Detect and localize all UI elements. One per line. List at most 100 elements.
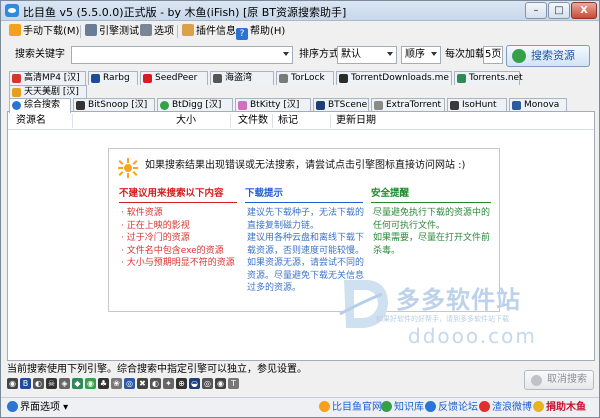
engine-icon[interactable]: ⊕ bbox=[176, 378, 187, 389]
site-logo-icon bbox=[91, 74, 100, 83]
magnifier-icon bbox=[85, 24, 97, 36]
safety-paragraph: 尽量避免执行下载的资源中的任何可执行文件。 bbox=[373, 208, 491, 231]
weibo-label: 渣浪微博 bbox=[492, 402, 532, 413]
engine-icon[interactable]: ◎ bbox=[202, 378, 213, 389]
maximize-button[interactable]: □ bbox=[548, 2, 570, 19]
menu-separator bbox=[80, 25, 81, 38]
watermark: 多多软件站 如果好软件的好帮手，请到多多软件站下载 ddooo.com bbox=[334, 274, 574, 354]
menu-plugin-info[interactable]: 插件信息 bbox=[182, 24, 236, 39]
engine-icon[interactable]: ◐ bbox=[33, 378, 44, 389]
tab-combined-search[interactable]: 综合搜索 bbox=[9, 98, 71, 113]
menu-separator bbox=[177, 25, 178, 38]
menu-engine-test[interactable]: 引擎测试 bbox=[85, 24, 139, 39]
site-logo-icon bbox=[238, 101, 247, 110]
sort-select[interactable]: 默认 bbox=[337, 46, 397, 64]
order-select[interactable]: 顺序 bbox=[401, 46, 441, 64]
engine-icon[interactable]: ◆ bbox=[72, 378, 83, 389]
site-logo-icon bbox=[12, 88, 21, 97]
site-tab-label: TorLock bbox=[291, 73, 325, 83]
site-tab[interactable]: ExtraTorrent bbox=[371, 98, 445, 112]
site-tab[interactable]: TorrentDownloads.me bbox=[336, 71, 452, 85]
watermark-url: ddooo.com bbox=[408, 324, 537, 348]
site-tab-label: 天天美剧 [汉] bbox=[24, 87, 79, 97]
site-tab[interactable]: SeedPeer bbox=[140, 71, 208, 85]
engine-icon[interactable]: ◉ bbox=[215, 378, 226, 389]
per-load-value: 5页 bbox=[485, 49, 502, 60]
site-tab[interactable]: 天天美剧 [汉] bbox=[9, 85, 87, 99]
not-recommended-list: · 软件资源 · 正在上映的影视 · 过于冷门的资源 · 文件名中包含exe的资… bbox=[121, 207, 235, 270]
menu-manual-download-label: 手动下载(M) bbox=[23, 26, 80, 37]
column-divider[interactable] bbox=[272, 114, 273, 128]
engine-icon[interactable]: ◈ bbox=[59, 378, 70, 389]
column-divider[interactable] bbox=[330, 114, 331, 128]
keyword-input[interactable] bbox=[71, 46, 293, 64]
site-tab[interactable]: BtKitty [汉] bbox=[235, 98, 311, 112]
window-title: 比目鱼 v5 (5.5.0.0)正式版 - by 木鱼(iFish) [原 BT… bbox=[23, 6, 347, 19]
menu-manual-download[interactable]: 手动下载(M) bbox=[9, 24, 79, 39]
engine-icon[interactable]: B bbox=[20, 378, 31, 389]
donate-label: 捐助木鱼 bbox=[546, 402, 586, 413]
menu-options-label: 选项 bbox=[154, 26, 174, 37]
column-divider[interactable] bbox=[230, 114, 231, 128]
interface-options-menu[interactable]: 界面选项 ▾ bbox=[7, 401, 68, 415]
home-icon bbox=[319, 401, 330, 412]
menu-help[interactable]: ? 帮助(H) bbox=[236, 24, 285, 40]
weibo-link[interactable]: 渣浪微博 bbox=[479, 401, 532, 415]
engine-icon[interactable]: ☠ bbox=[46, 378, 57, 389]
list-item: · 大小与预期明显不符的资源 bbox=[121, 258, 235, 268]
minimize-button[interactable]: – bbox=[525, 2, 547, 19]
engine-icon[interactable]: ✖ bbox=[137, 378, 148, 389]
engine-icon[interactable]: ◎ bbox=[124, 378, 135, 389]
safety-title: 安全提醒 bbox=[371, 187, 491, 203]
feedback-forum-label: 反馈论坛 bbox=[438, 402, 478, 413]
globe-icon bbox=[12, 101, 21, 110]
engine-icon[interactable]: T bbox=[228, 378, 239, 389]
chevron-down-icon bbox=[431, 52, 437, 56]
site-tab[interactable]: BTScene bbox=[313, 98, 369, 112]
engine-icon[interactable]: ◐ bbox=[150, 378, 161, 389]
cancel-search-button[interactable]: 取消搜索 bbox=[524, 370, 594, 390]
menu-plugin-info-label: 插件信息 bbox=[196, 26, 236, 37]
title-bar[interactable]: 比目鱼 v5 (5.5.0.0)正式版 - by 木鱼(iFish) [原 BT… bbox=[1, 1, 599, 21]
close-button[interactable]: X bbox=[571, 2, 597, 19]
site-tab[interactable]: TorLock bbox=[276, 71, 334, 85]
feedback-forum-link[interactable]: 反馈论坛 bbox=[425, 401, 478, 415]
site-tab[interactable]: Rarbg bbox=[88, 71, 138, 85]
site-tab-label: 海盗湾 bbox=[225, 73, 253, 83]
site-tab-label: TorrentDownloads.me bbox=[351, 73, 449, 83]
engine-icon[interactable]: ✦ bbox=[163, 378, 174, 389]
results-pane[interactable]: 资源名 大小 文件数 标记 更新日期 如果搜索结果出现错误或无法搜索，请尝试点击… bbox=[7, 111, 595, 361]
watermark-slogan: 如果好软件的好帮手，请到多多软件站下载 bbox=[376, 315, 509, 323]
site-tab[interactable]: BitSnoop [汉] bbox=[73, 98, 155, 112]
menu-bar: 手动下载(M) 引擎测试 选项 插件信息 ? 帮助(H) bbox=[1, 22, 599, 41]
engine-icon[interactable]: ♣ bbox=[98, 378, 109, 389]
site-logo-icon bbox=[316, 101, 325, 110]
engine-icon[interactable]: ❀ bbox=[111, 378, 122, 389]
per-load-label: 每次加载 bbox=[445, 49, 485, 60]
column-divider[interactable] bbox=[72, 114, 73, 128]
column-header-name[interactable]: 资源名 bbox=[16, 114, 46, 128]
column-header-file-count[interactable]: 文件数 bbox=[238, 114, 268, 128]
menu-options[interactable]: 选项 bbox=[140, 24, 174, 39]
donate-link[interactable]: 捐助木鱼 bbox=[533, 401, 586, 415]
keyword-label: 搜索关键字 bbox=[15, 49, 65, 60]
search-button[interactable]: 搜索资源 bbox=[506, 45, 590, 67]
site-tab[interactable]: BtDigg [汉] bbox=[157, 98, 233, 112]
column-header-size[interactable]: 大小 bbox=[176, 114, 196, 128]
site-tab[interactable]: Monova bbox=[509, 98, 567, 112]
column-header-mark[interactable]: 标记 bbox=[278, 114, 298, 128]
site-tab[interactable]: 高清MP4 [汉] bbox=[9, 71, 86, 85]
engine-icon[interactable]: ◉ bbox=[85, 378, 96, 389]
engine-icon[interactable]: ◒ bbox=[189, 378, 200, 389]
knowledge-base-link[interactable]: 知识库 bbox=[381, 401, 424, 415]
engine-icon[interactable]: ◉ bbox=[7, 378, 18, 389]
status-text: 当前搜索使用下列引擎。综合搜索中指定引擎可以独立，参见设置。 bbox=[7, 364, 307, 375]
site-tab[interactable]: 海盗湾 bbox=[210, 71, 274, 85]
bulb-icon bbox=[118, 158, 138, 178]
column-header-updated[interactable]: 更新日期 bbox=[336, 114, 376, 128]
per-load-input[interactable]: 5页 bbox=[483, 46, 503, 64]
site-tab[interactable]: IsoHunt bbox=[447, 98, 507, 112]
plugin-icon bbox=[182, 24, 194, 36]
official-site-link[interactable]: 比目鱼官网 bbox=[319, 401, 382, 415]
site-tab[interactable]: Torrents.net bbox=[454, 71, 523, 85]
